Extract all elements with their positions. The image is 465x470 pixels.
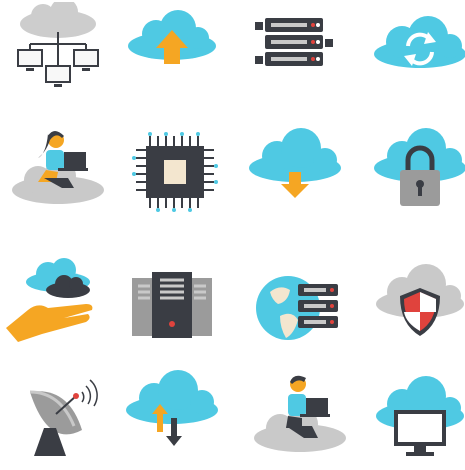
hand-holding-clouds-icon (2, 258, 102, 358)
woman-laptop-on-cloud-icon (8, 122, 108, 222)
cloud-download-icon (245, 122, 345, 222)
cloud-upload-icon (122, 2, 222, 102)
satellite-dish-icon (8, 370, 108, 470)
microchip-icon (128, 122, 228, 222)
man-laptop-on-cloud-icon (250, 370, 350, 470)
icon-grid (0, 0, 465, 466)
cloud-upload-download-icon (122, 370, 222, 470)
server-rack-icon (245, 2, 345, 102)
server-towers-icon (122, 258, 222, 358)
globe-server-icon (250, 258, 350, 358)
cloud-network-icon (8, 2, 108, 102)
cloud-monitor-icon (370, 370, 465, 470)
cloud-lock-icon (370, 122, 465, 222)
cloud-shield-icon (370, 258, 465, 358)
cloud-sync-icon (370, 2, 465, 102)
